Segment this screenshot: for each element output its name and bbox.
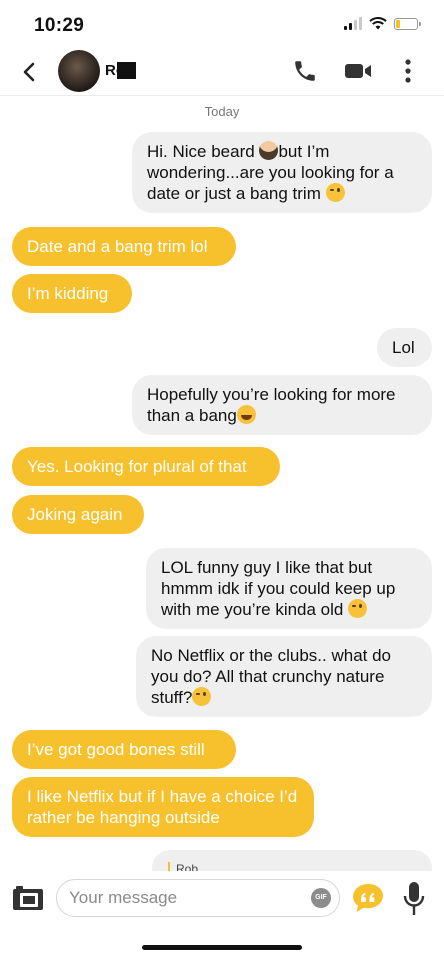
back-chevron-icon[interactable]	[18, 60, 42, 84]
message-text: I like Netflix but if I have a choice I’…	[27, 787, 298, 827]
message-bubble-incoming[interactable]: Joking again	[12, 495, 144, 534]
reply-preview[interactable]: Rob	[152, 850, 432, 871]
message-bubble-incoming[interactable]: I’m kidding	[12, 274, 132, 313]
message-text: Lol	[392, 338, 415, 357]
quick-reply-quote-icon[interactable]	[352, 883, 384, 913]
message-text: Yes. Looking for plural of that	[27, 457, 247, 476]
battery-icon	[394, 17, 421, 30]
message-bubble-outgoing[interactable]: LOL funny guy I like that but hmmm idk i…	[146, 548, 432, 629]
message-text: Hi. Nice beard	[147, 142, 260, 161]
message-bubble-incoming[interactable]: Yes. Looking for plural of that	[12, 447, 280, 486]
phone-call-icon[interactable]	[292, 58, 318, 84]
status-time: 10:29	[34, 15, 85, 36]
message-text: No Netflix or the clubs.. what do you do…	[151, 646, 392, 707]
status-icons	[344, 17, 421, 30]
status-bar: 10:29	[0, 0, 444, 48]
avatar[interactable]	[58, 50, 100, 92]
message-bubble-incoming[interactable]: Date and a bang trim lol	[12, 227, 236, 266]
rolling-laughing-emoji-icon	[236, 405, 256, 424]
winking-face-emoji-icon	[348, 599, 368, 618]
wifi-icon	[369, 17, 387, 30]
message-text: Hopefully you’re looking for more than a…	[147, 385, 396, 425]
bearded-face-emoji-icon	[259, 141, 279, 160]
day-separator: Today	[204, 104, 240, 119]
message-bubble-incoming[interactable]: I’ve got good bones still	[12, 730, 236, 769]
contact-name[interactable]: Rob	[103, 62, 137, 79]
message-text: Joking again	[27, 505, 123, 524]
message-text: Date and a bang trim lol	[27, 237, 208, 256]
winking-face-emoji-icon	[325, 183, 345, 202]
signal-icon	[344, 17, 362, 30]
microphone-icon[interactable]	[403, 881, 425, 917]
gif-icon[interactable]: GIF	[311, 888, 331, 908]
winking-face-emoji-icon	[192, 687, 212, 706]
message-composer: GIF	[0, 871, 444, 923]
more-options-icon[interactable]	[400, 57, 416, 85]
camera-icon[interactable]	[12, 885, 44, 911]
chat-header: Rob	[0, 48, 444, 96]
message-bubble-outgoing[interactable]: Hi. Nice beard but I’m wondering...are y…	[132, 132, 432, 213]
message-bubble-outgoing[interactable]: Lol	[377, 328, 432, 367]
reply-preview-name: Rob	[176, 862, 199, 871]
message-list[interactable]: Today Hi. Nice beard but I’m wondering..…	[0, 96, 444, 871]
message-bubble-outgoing[interactable]: No Netflix or the clubs.. what do you do…	[136, 636, 432, 717]
message-bubble-incoming[interactable]: I like Netflix but if I have a choice I’…	[12, 777, 314, 837]
video-call-icon[interactable]	[344, 61, 372, 81]
reply-accent-bar	[168, 862, 170, 871]
home-indicator[interactable]	[142, 945, 302, 950]
message-bubble-outgoing[interactable]: Hopefully you’re looking for more than a…	[132, 375, 432, 435]
message-text: I’ve got good bones still	[27, 740, 205, 759]
message-input-field[interactable]: GIF	[56, 879, 340, 917]
message-text: I’m kidding	[27, 284, 109, 303]
message-input[interactable]	[69, 886, 289, 910]
